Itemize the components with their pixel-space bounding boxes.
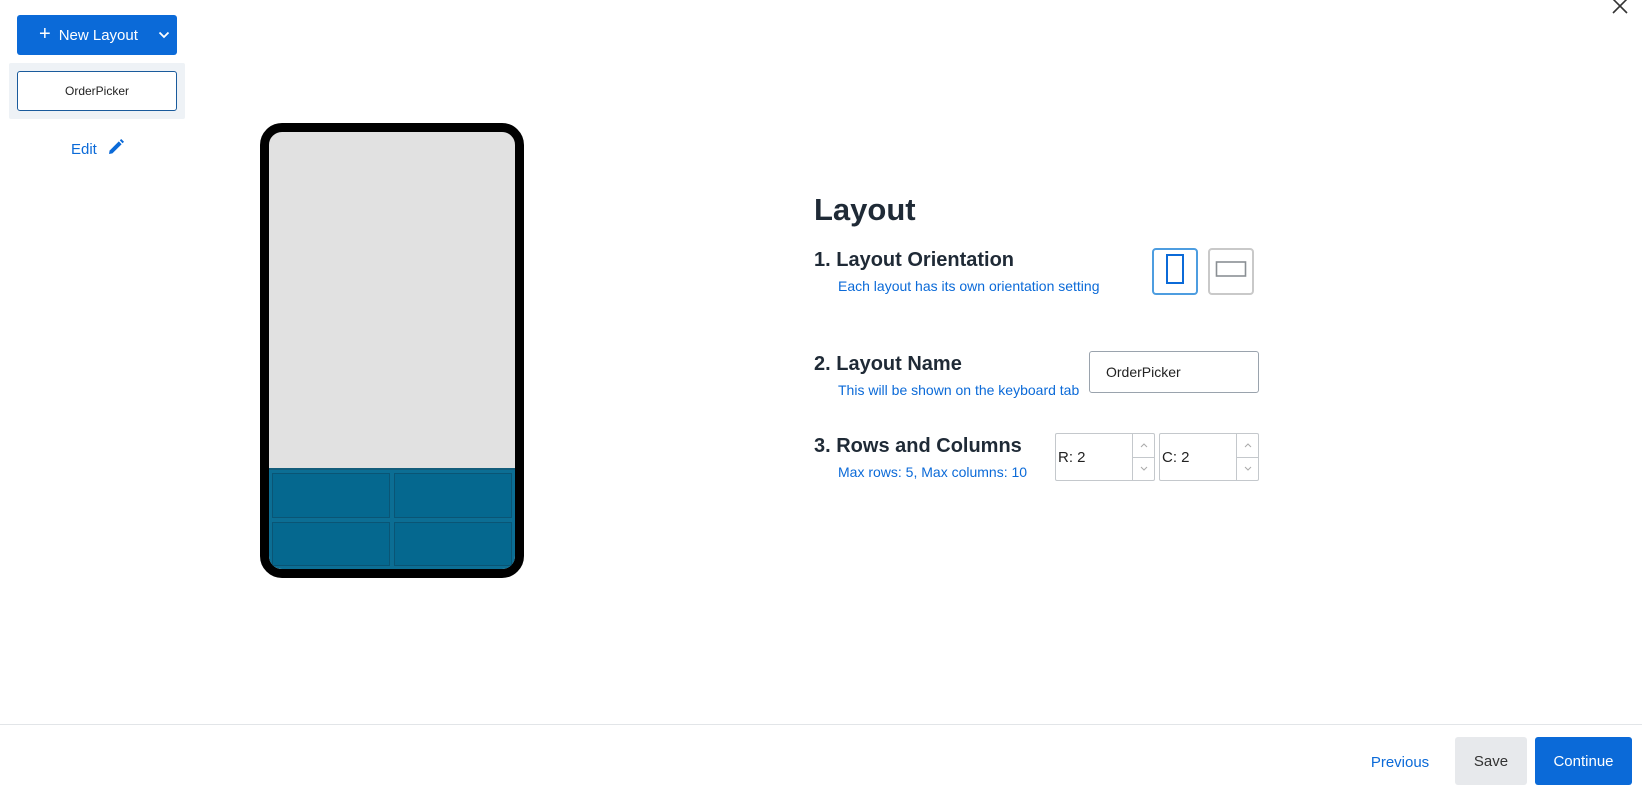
orientation-subtext: Each layout has its own orientation sett…: [838, 278, 1100, 294]
rows-stepper[interactable]: R: 2: [1055, 433, 1155, 481]
layout-list: OrderPicker: [9, 63, 185, 119]
rows-decrement-button[interactable]: [1133, 456, 1154, 481]
portrait-icon: [1165, 253, 1185, 290]
edit-link[interactable]: Edit: [71, 138, 125, 160]
columns-decrement-button[interactable]: [1237, 456, 1258, 481]
columns-stepper[interactable]: C: 2: [1159, 433, 1259, 481]
landscape-orientation-button[interactable]: [1208, 248, 1254, 295]
chevron-down-icon: [1140, 466, 1147, 471]
page-title: Layout: [814, 192, 916, 227]
grid-cell: [272, 473, 390, 518]
new-layout-button[interactable]: + New Layout: [17, 15, 177, 55]
grid-cell: [394, 521, 512, 566]
continue-button[interactable]: Continue: [1535, 737, 1632, 785]
plus-icon: +: [39, 23, 51, 45]
chevron-down-icon[interactable]: [158, 31, 170, 39]
pencil-icon: [107, 138, 125, 160]
layout-item-label: OrderPicker: [64, 84, 129, 98]
chevron-down-icon: [1244, 466, 1251, 471]
grid-cell: [394, 473, 512, 518]
portrait-orientation-button[interactable]: [1152, 248, 1198, 295]
rows-value[interactable]: R: 2: [1056, 434, 1133, 480]
layout-item-orderpicker[interactable]: OrderPicker: [17, 71, 177, 111]
keyboard-grid-preview: [269, 468, 515, 569]
save-button[interactable]: Save: [1455, 737, 1527, 785]
landscape-icon: [1215, 259, 1247, 284]
close-icon[interactable]: [1610, 0, 1630, 16]
edit-label: Edit: [71, 140, 97, 158]
rows-increment-button[interactable]: [1133, 434, 1154, 457]
previous-button[interactable]: Previous: [1364, 738, 1436, 786]
rows-columns-subtext: Max rows: 5, Max columns: 10: [838, 464, 1028, 480]
new-layout-label: New Layout: [58, 26, 138, 44]
phone-preview: [260, 123, 524, 578]
layout-name-heading: 2. Layout Name: [814, 353, 962, 375]
chevron-up-icon: [1244, 443, 1251, 448]
chevron-up-icon: [1140, 443, 1147, 448]
columns-increment-button[interactable]: [1237, 434, 1258, 457]
layout-name-subtext: This will be shown on the keyboard tab: [838, 382, 1080, 398]
columns-value[interactable]: C: 2: [1160, 434, 1237, 480]
rows-columns-heading: 3. Rows and Columns: [814, 435, 1022, 457]
grid-cell: [272, 521, 390, 566]
footer-bar: Previous Save Continue: [0, 724, 1642, 787]
orientation-heading: 1. Layout Orientation: [814, 249, 1015, 271]
layout-name-input[interactable]: [1089, 351, 1259, 393]
